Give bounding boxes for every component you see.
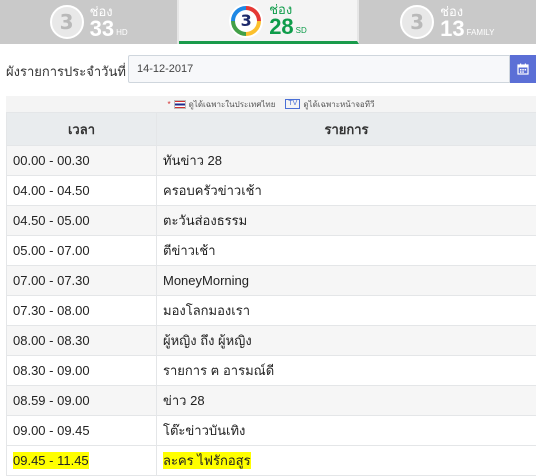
table-row[interactable]: 00.00 - 00.30ทันข่าว 28 — [7, 146, 536, 176]
time-cell: 07.00 - 07.30 — [7, 266, 157, 296]
tab-channel-28[interactable]: 3 ช่อง 28SD — [179, 0, 358, 44]
program-cell: รายการ ฅ อารมณ์ดี — [157, 356, 536, 386]
calendar-button[interactable] — [510, 55, 536, 83]
thai-flag-icon — [174, 100, 186, 109]
header-program: รายการ — [157, 113, 536, 146]
channel-3-logo-icon: 3 — [229, 4, 263, 38]
schedule-table: เวลา รายการ 00.00 - 00.30ทันข่าว 28 04.0… — [6, 112, 536, 476]
table-row[interactable]: 08.59 - 09.00ข่าว 28 — [7, 386, 536, 416]
calendar-icon — [517, 63, 529, 75]
date-row: ผังรายการประจำวันที่ — [0, 55, 536, 83]
date-label: ผังรายการประจำวันที่ — [6, 61, 126, 82]
program-cell: ตีข่าวเช้า — [157, 236, 536, 266]
program-cell: ครอบครัวข่าวเช้า — [157, 176, 536, 206]
table-row[interactable]: 07.30 - 08.00มองโลกมองเรา — [7, 296, 536, 326]
date-input[interactable] — [128, 55, 510, 83]
legend-thai-only: * ดูได้เฉพาะในประเทศไทย — [167, 98, 275, 111]
time-cell: 08.00 - 08.30 — [7, 326, 157, 356]
time-cell: 09.45 - 11.45 — [7, 446, 157, 476]
legend-tv-only: TV ดูได้เฉพาะหน้าจอทีวี — [285, 98, 374, 111]
channel-3-logo-icon: 3 — [50, 5, 84, 39]
table-row[interactable]: 09.00 - 09.45โต๊ะข่าวบันเทิง — [7, 416, 536, 446]
tab-channel-33[interactable]: 3 ช่อง 33HD — [0, 0, 179, 44]
table-row[interactable]: 05.00 - 07.00ตีข่าวเช้า — [7, 236, 536, 266]
program-cell: ข่าว 28 — [157, 386, 536, 416]
time-cell: 00.00 - 00.30 — [7, 146, 157, 176]
highlighted-time: 09.45 - 11.45 — [13, 452, 89, 469]
program-cell: ตะวันส่องธรรม — [157, 206, 536, 236]
table-header: เวลา รายการ — [7, 113, 536, 146]
program-cell: ทันข่าว 28 — [157, 146, 536, 176]
channel-3-logo-icon: 3 — [400, 5, 434, 39]
channel-tabs: 3 ช่อง 33HD 3 ช่อง 28SD 3 ช่อง 13FAMILY — [0, 0, 536, 44]
program-cell: MoneyMorning — [157, 266, 536, 296]
table-row[interactable]: 04.00 - 04.50ครอบครัวข่าวเช้า — [7, 176, 536, 206]
tv-icon: TV — [285, 99, 300, 109]
table-row[interactable]: 08.30 - 09.00รายการ ฅ อารมณ์ดี — [7, 356, 536, 386]
program-cell: ผู้หญิง ถึง ผู้หญิง — [157, 326, 536, 356]
time-cell: 08.59 - 09.00 — [7, 386, 157, 416]
channel-28-label: ช่อง 28SD — [269, 3, 307, 38]
time-cell: 09.00 - 09.45 — [7, 416, 157, 446]
table-row[interactable]: 04.50 - 05.00ตะวันส่องธรรม — [7, 206, 536, 236]
legend: * ดูได้เฉพาะในประเทศไทย TV ดูได้เฉพาะหน้… — [6, 96, 536, 112]
channel-13-label: ช่อง 13FAMILY — [440, 5, 494, 40]
channel-33-label: ช่อง 33HD — [90, 5, 128, 40]
program-cell: ละคร ไฟรักอสูร — [157, 446, 536, 476]
table-row[interactable]: 07.00 - 07.30MoneyMorning — [7, 266, 536, 296]
highlighted-program: ละคร ไฟรักอสูร — [163, 452, 251, 469]
table-row[interactable]: 08.00 - 08.30ผู้หญิง ถึง ผู้หญิง — [7, 326, 536, 356]
time-cell: 04.00 - 04.50 — [7, 176, 157, 206]
program-cell: มองโลกมองเรา — [157, 296, 536, 326]
time-cell: 05.00 - 07.00 — [7, 236, 157, 266]
tab-channel-13[interactable]: 3 ช่อง 13FAMILY — [359, 0, 536, 44]
table-row-current[interactable]: 09.45 - 11.45 ละคร ไฟรักอสูร — [7, 446, 536, 476]
time-cell: 07.30 - 08.00 — [7, 296, 157, 326]
time-cell: 04.50 - 05.00 — [7, 206, 157, 236]
time-cell: 08.30 - 09.00 — [7, 356, 157, 386]
header-time: เวลา — [7, 113, 157, 146]
program-cell: โต๊ะข่าวบันเทิง — [157, 416, 536, 446]
